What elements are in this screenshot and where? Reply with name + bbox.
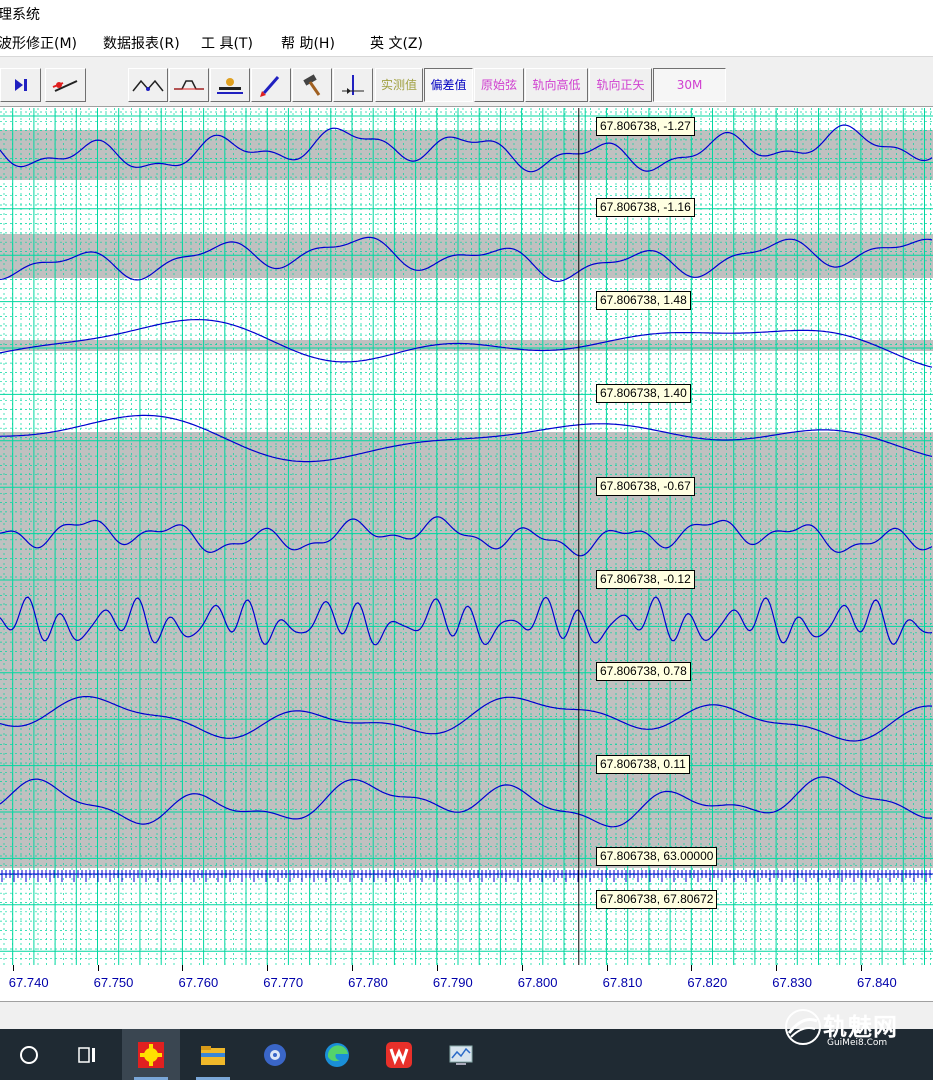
readout-channel-7: 67.806738, 0.78 [596, 662, 691, 681]
task-view-icon [78, 1047, 95, 1063]
edge-browser-icon [325, 1043, 349, 1067]
x-axis-tick-label: 67.820 [687, 975, 728, 990]
rail-height-button[interactable]: 轨向高低 [525, 68, 588, 102]
flat-wave-button[interactable] [169, 68, 209, 102]
settings-app-icon [264, 1044, 286, 1066]
x-axis-tickmark [521, 965, 523, 971]
flat-wave-icon [174, 80, 204, 90]
x-axis-tick-label: 67.750 [93, 975, 134, 990]
x-axis-tickmark [691, 965, 693, 971]
x-axis-tick-label: 67.830 [772, 975, 812, 990]
original-chord-button[interactable]: 原始弦 [474, 68, 524, 102]
x-axis-tick-label: 67.740 [8, 975, 49, 990]
readout-channel-2: 67.806738, -1.16 [596, 198, 695, 217]
paint-brush-icon [260, 76, 280, 97]
hammer-icon [303, 74, 321, 96]
menu-english[interactable]: 英 文(Z) [370, 33, 423, 53]
peak-wave-button[interactable] [128, 68, 168, 102]
system-monitor-icon [449, 1045, 473, 1065]
watermark-text: 轨魅网 [823, 1013, 898, 1041]
x-axis-tick-label: 67.840 [857, 975, 897, 990]
chord-length-selector[interactable]: 30M [653, 68, 726, 102]
taskbar-wps-office[interactable] [370, 1029, 428, 1080]
watermark-logo-icon [785, 1009, 821, 1045]
x-axis-tickmark [776, 965, 778, 971]
x-axis-tick-label: 67.810 [602, 975, 643, 990]
gauge-icon [217, 78, 243, 94]
pen-line-button[interactable] [45, 68, 86, 102]
menu-tools[interactable]: 工 具(T) [201, 33, 253, 53]
x-axis-tick-label: 67.800 [517, 975, 558, 990]
rail-versine-button[interactable]: 轨向正矢 [589, 68, 652, 102]
x-axis-tickmark [606, 965, 608, 971]
gauge-button[interactable] [210, 68, 250, 102]
x-axis-tick-label: 67.770 [263, 975, 304, 990]
peak-wave-icon [132, 79, 164, 92]
window-title: 理系统 [0, 7, 40, 23]
trace-channel-9 [1, 870, 931, 882]
x-axis-tickmark [860, 965, 862, 971]
start-icon [20, 1046, 38, 1064]
title-bar: 理系统 [0, 0, 933, 28]
x-axis-tickmark [436, 965, 438, 971]
cursor-split-icon [342, 75, 364, 95]
readout-channel-5: 67.806738, -0.67 [596, 477, 695, 496]
taskbar-system-monitor[interactable] [432, 1029, 490, 1080]
site-watermark: 轨魅网 GuiMei8.Com [783, 1005, 933, 1053]
readout-channel-6: 67.806738, -0.12 [596, 570, 695, 589]
x-axis-tickmark [267, 965, 269, 971]
readout-channel-8: 67.806738, 0.11 [596, 755, 690, 774]
taskbar-edge-browser[interactable] [308, 1029, 366, 1080]
taskbar-settings-app[interactable] [246, 1029, 304, 1080]
readout-channel-1: 67.806738, -1.27 [596, 117, 695, 136]
waveform-chart[interactable]: 67.806738, -1.27 67.806738, -1.16 67.806… [0, 108, 933, 965]
wps-office-icon [386, 1042, 412, 1068]
menu-data-report[interactable]: 数据报表(R) [103, 33, 180, 53]
menu-help[interactable]: 帮 助(H) [281, 33, 335, 53]
menu-waveform-correction[interactable]: 波形修正(M) [0, 33, 77, 53]
hammer-button[interactable] [292, 68, 332, 102]
file-explorer-icon [201, 1046, 225, 1065]
readout-channel-9: 67.806738, 63.00000 [596, 847, 718, 866]
measured-value-button[interactable]: 实测值 [375, 68, 423, 102]
task-view-button[interactable] [58, 1029, 116, 1080]
taskbar-file-explorer[interactable] [184, 1029, 242, 1080]
x-axis-tick-label: 67.780 [348, 975, 388, 990]
x-axis: 67.740 67.750 67.760 67.770 67.780 67.790 67.8… [0, 965, 933, 1001]
step-forward-button[interactable] [0, 68, 41, 102]
pen-line-icon [52, 80, 77, 92]
cursor-split-button[interactable] [333, 68, 373, 102]
x-axis-tickmark [352, 965, 353, 971]
toolbar: 实测值 偏差值 原始弦 轨向高低 轨向正矢 30M [0, 66, 933, 107]
waveform-plot[interactable] [0, 108, 933, 965]
x-axis-tick-label: 67.760 [178, 975, 219, 990]
paint-brush-button[interactable] [251, 68, 291, 102]
deviation-value-button[interactable]: 偏差值 [424, 68, 473, 102]
readout-channel-3: 67.806738, 1.48 [596, 291, 691, 310]
x-axis-tickmark [182, 965, 184, 971]
readout-channel-10: 67.806738, 67.80672 [596, 890, 718, 909]
menu-bar: 波形修正(M) 数据报表(R) 工 具(T) 帮 助(H) 英 文(Z) [0, 28, 933, 56]
x-axis-tick-label: 67.790 [432, 975, 473, 990]
step-forward-icon [14, 79, 27, 91]
x-axis-tickmark [97, 965, 99, 971]
taskbar-track-app[interactable] [122, 1029, 180, 1080]
readout-channel-4: 67.806738, 1.40 [596, 384, 691, 403]
watermark-subtext: GuiMei8.Com [827, 1038, 888, 1048]
track-app-icon [138, 1042, 164, 1068]
x-axis-tickmark [12, 965, 14, 971]
start-button[interactable] [0, 1029, 58, 1080]
